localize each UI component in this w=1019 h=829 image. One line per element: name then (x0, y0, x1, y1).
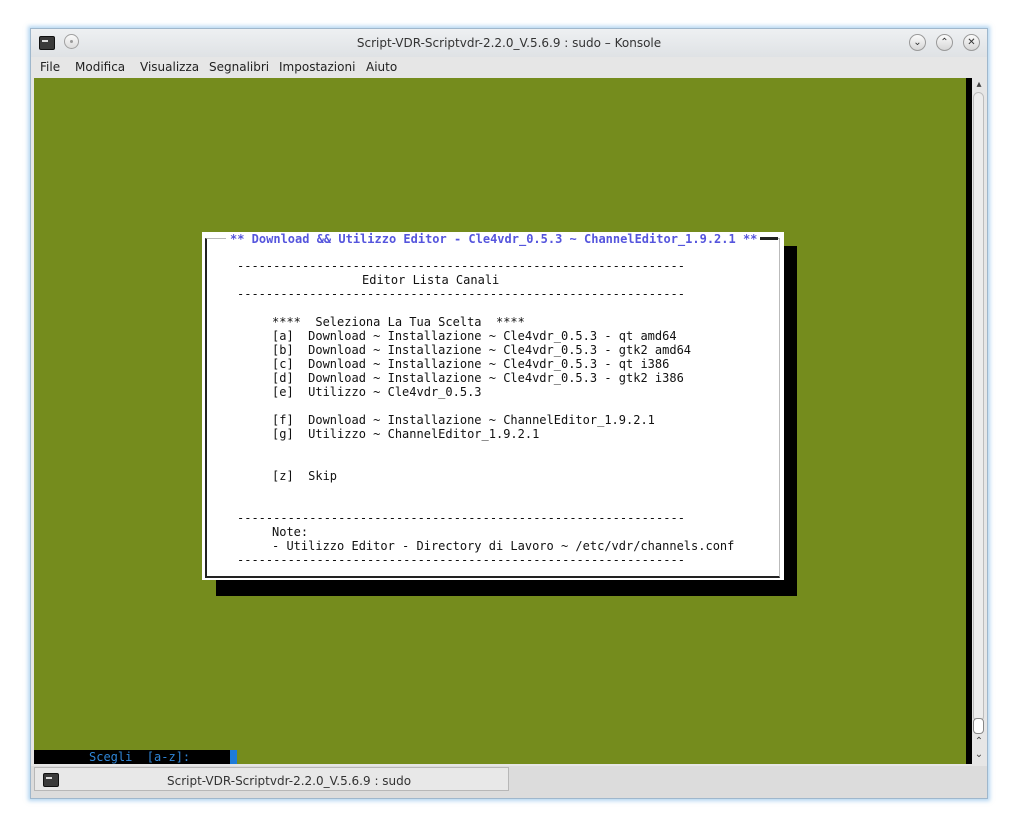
option-c[interactable]: [c] Download ~ Installazione ~ Cle4vdr_0… (272, 357, 669, 371)
separator-bottom: ----------------------------------------… (237, 553, 685, 567)
input-prompt-bar: Scegli [a-z]: (34, 750, 230, 764)
dialog-corner-bar (760, 237, 778, 240)
session-tab[interactable]: Script-VDR-Scriptvdr-2.2.0_V.5.6.9 : sud… (34, 767, 509, 791)
scroll-up-icon[interactable]: ▴ (972, 79, 986, 91)
choice-prompt: **** Seleziona La Tua Scelta **** (272, 315, 525, 329)
scrollbar-thumb[interactable] (973, 718, 984, 734)
menu-modifica[interactable]: Modifica (75, 60, 125, 74)
option-g[interactable]: [g] Utilizzo ~ ChannelEditor_1.9.2.1 (272, 427, 539, 441)
dialog-title: ** Download && Utilizzo Editor - Cle4vdr… (226, 232, 762, 246)
text-cursor[interactable] (230, 750, 237, 764)
option-d[interactable]: [d] Download ~ Installazione ~ Cle4vdr_0… (272, 371, 684, 385)
option-z[interactable]: [z] Skip (272, 469, 337, 483)
option-f[interactable]: [f] Download ~ Installazione ~ ChannelEd… (272, 413, 655, 427)
note-label: Note: (272, 525, 309, 539)
option-b[interactable]: [b] Download ~ Installazione ~ Cle4vdr_0… (272, 343, 691, 357)
menu-aiuto[interactable]: Aiuto (366, 60, 397, 74)
option-a[interactable]: [a] Download ~ Installazione ~ Cle4vdr_0… (272, 329, 677, 343)
dialog-heading: Editor Lista Canali (362, 273, 500, 287)
scroll-down-icon[interactable]: ⌄ (972, 749, 986, 761)
separator-note: ----------------------------------------… (237, 511, 685, 525)
menu-visualizza[interactable]: Visualizza (140, 60, 199, 74)
window-title: Script-VDR-Scriptvdr-2.2.0_V.5.6.9 : sud… (356, 36, 662, 50)
note-text: - Utilizzo Editor - Directory di Lavoro … (272, 539, 735, 553)
close-button[interactable]: ✕ (963, 34, 980, 51)
menu-file[interactable]: File (40, 60, 60, 74)
scrollbar[interactable]: ▴ ⌃ ⌄ (966, 78, 986, 764)
separator-heading: ----------------------------------------… (237, 287, 685, 301)
session-tab-label: Script-VDR-Scriptvdr-2.2.0_V.5.6.9 : sud… (167, 774, 412, 788)
minimize-button[interactable]: ⌄ (909, 34, 926, 51)
terminal-tab-icon (43, 773, 59, 787)
scrollbar-track[interactable] (973, 92, 984, 722)
input-prompt: Scegli [a-z]: (89, 750, 191, 764)
terminal-area[interactable]: ** Download && Utilizzo Editor - Cle4vdr… (34, 78, 966, 764)
separator-top: ----------------------------------------… (237, 259, 685, 273)
konsole-window: Script-VDR-Scriptvdr-2.2.0_V.5.6.9 : sud… (30, 28, 988, 799)
maximize-button[interactable]: ⌃ (936, 34, 953, 51)
title-bar[interactable]: Script-VDR-Scriptvdr-2.2.0_V.5.6.9 : sud… (31, 29, 987, 57)
menu-segnalibri[interactable]: Segnalibri (209, 60, 269, 74)
menu-impostazioni[interactable]: Impostazioni (279, 60, 355, 74)
session-tab-bar: Script-VDR-Scriptvdr-2.2.0_V.5.6.9 : sud… (31, 766, 987, 798)
menu-bar: File Modifica Visualizza Segnalibri Impo… (31, 57, 987, 77)
option-e[interactable]: [e] Utilizzo ~ Cle4vdr_0.5.3 (272, 385, 482, 399)
dialog-box: ** Download && Utilizzo Editor - Cle4vdr… (202, 232, 784, 580)
scrollbar-edge (966, 78, 972, 764)
scroll-up-arrow-icon[interactable]: ⌃ (972, 736, 986, 748)
